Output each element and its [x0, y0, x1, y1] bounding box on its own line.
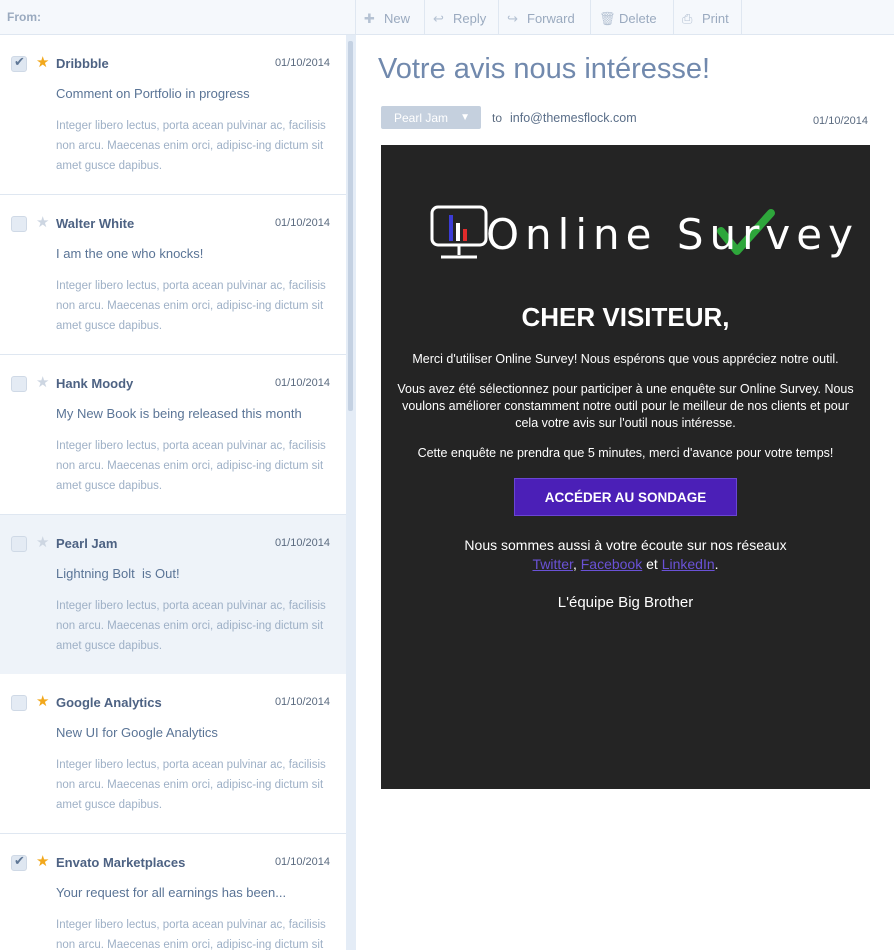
list-header: From:: [0, 0, 355, 35]
social-links-line: Twitter, Facebook et LinkedIn.: [532, 556, 719, 572]
message-date: 01/10/2014: [274, 537, 330, 549]
message-subject: Lightning Bolt is Out!: [56, 566, 180, 581]
message-subject: Comment on Portfolio in progress: [56, 86, 250, 101]
message-sender: Google Analytics: [56, 695, 162, 710]
star-icon[interactable]: ★: [36, 373, 49, 391]
reply-button[interactable]: ↩ Reply: [425, 0, 499, 35]
message-checkbox[interactable]: ✔: [11, 853, 27, 871]
linkedin-link[interactable]: LinkedIn: [662, 556, 715, 572]
twitter-link[interactable]: Twitter: [532, 556, 572, 572]
message-subject: Your request for all earnings has been..…: [56, 885, 287, 900]
message-sender: Pearl Jam: [56, 536, 118, 551]
social-links: Nous sommes aussi à votre écoute sur nos…: [381, 536, 870, 574]
message-date: 01/10/2014: [274, 217, 330, 229]
print-button[interactable]: ⎙ Print: [674, 0, 742, 35]
message-checkbox[interactable]: [11, 216, 27, 232]
forward-icon: ↪: [507, 11, 518, 26]
message-preview: Integer libero lectus, porta acean pulvi…: [56, 280, 326, 332]
message-subject: New UI for Google Analytics: [56, 725, 218, 740]
message-subject: I am the one who knocks!: [56, 246, 204, 261]
message-sender: Hank Moody: [56, 376, 134, 391]
list-scrollbar-thumb[interactable]: [348, 41, 353, 411]
message-date: 01/10/2014: [274, 856, 330, 868]
message-date: 01/10/2014: [274, 57, 330, 69]
check-icon: ✔: [14, 853, 25, 868]
email-greeting: CHER VISITEUR,: [521, 302, 730, 332]
message-checkbox[interactable]: [11, 695, 27, 711]
recipient-address: info@themesflock.com: [510, 111, 637, 125]
message-preview: Integer libero lectus, porta acean pulvi…: [56, 120, 326, 172]
message-checkbox[interactable]: [11, 536, 27, 552]
trash-icon: 🗑: [599, 11, 616, 26]
email-subject: Votre avis nous intéresse!: [378, 53, 711, 85]
check-icon: ✔: [14, 54, 25, 69]
message-preview: Integer libero lectus, porta acean pulvi…: [56, 759, 326, 811]
message-preview: Integer libero lectus, porta acean pulvi…: [56, 440, 326, 492]
star-icon[interactable]: ★: [36, 533, 49, 551]
email-paragraph: Cette enquête ne prendra que 5 minutes, …: [417, 446, 834, 460]
message-subject: My New Book is being released this month: [56, 406, 302, 421]
email-paragraph: Vous avez été sélectionnez pour particip…: [397, 382, 854, 430]
sender-dropdown[interactable]: Pearl Jam ▼: [381, 106, 481, 129]
logo-wordmark: Online Survey: [486, 210, 859, 259]
email-paragraph: Merci d'utiliser Online Survey! Nous esp…: [412, 352, 839, 366]
email-date: 01/10/2014: [812, 115, 868, 127]
delete-button[interactable]: 🗑 Delete: [591, 0, 674, 35]
message-checkbox[interactable]: ✔: [11, 54, 27, 72]
new-button[interactable]: ✚ New: [356, 0, 425, 35]
message-list: ✔ ★ Dribbble 01/10/2014 Comment on Portf…: [0, 35, 346, 950]
social-intro: Nous sommes aussi à votre écoute sur nos…: [464, 537, 787, 553]
list-scrollbar[interactable]: [346, 35, 356, 950]
facebook-link[interactable]: Facebook: [581, 556, 642, 572]
caret-down-icon: ▼: [460, 112, 470, 123]
message-date: 01/10/2014: [274, 696, 330, 708]
to-label: to: [492, 111, 503, 125]
message-item[interactable]: ★ Hank Moody 01/10/2014 My New Book is b…: [0, 355, 346, 515]
printer-icon: ⎙: [682, 11, 693, 26]
message-sender: Envato Marketplaces: [56, 855, 186, 870]
message-item[interactable]: ★ Google Analytics 01/10/2014 New UI for…: [0, 674, 346, 834]
plus-icon: ✚: [364, 11, 375, 26]
star-icon[interactable]: ★: [36, 692, 49, 710]
survey-cta-button[interactable]: ACCÉDER AU SONDAGE: [514, 478, 737, 516]
star-icon[interactable]: ★: [36, 852, 49, 870]
reply-icon: ↩: [433, 11, 444, 26]
star-icon[interactable]: ★: [36, 213, 49, 231]
message-date: 01/10/2014: [274, 377, 330, 389]
message-preview: Integer libero lectus, porta acean pulvi…: [56, 919, 326, 950]
message-checkbox[interactable]: [11, 376, 27, 392]
message-item[interactable]: ✔ ★ Envato Marketplaces 01/10/2014 Your …: [0, 834, 346, 950]
message-sender: Walter White: [56, 216, 135, 231]
message-list-panel: From: ✔ ★ Dribbble 01/10/2014 Comment on…: [0, 0, 356, 950]
message-item[interactable]: ★ Walter White 01/10/2014 I am the one w…: [0, 195, 346, 355]
connector-text: et: [646, 556, 658, 572]
sender-name: Pearl Jam: [394, 111, 449, 125]
email-content: Online Survey CHER VISITEUR, Merci d'uti…: [381, 145, 870, 789]
forward-button[interactable]: ↪ Forward: [499, 0, 591, 35]
message-sender: Dribbble: [56, 56, 109, 71]
message-preview: Integer libero lectus, porta acean pulvi…: [56, 600, 326, 652]
reading-pane: Votre avis nous intéresse! Pearl Jam ▼ t…: [356, 35, 894, 950]
email-signature: L'équipe Big Brother: [557, 594, 694, 611]
star-icon[interactable]: ★: [36, 53, 49, 71]
message-item[interactable]: ✔ ★ Dribbble 01/10/2014 Comment on Portf…: [0, 35, 346, 195]
message-item-selected[interactable]: ★ Pearl Jam 01/10/2014 Lightning Bolt is…: [0, 515, 346, 675]
from-label: From:: [7, 10, 41, 24]
mail-toolbar: ✚ New ↩ Reply ↪ Forward 🗑 Delete ⎙ Print: [356, 0, 894, 35]
